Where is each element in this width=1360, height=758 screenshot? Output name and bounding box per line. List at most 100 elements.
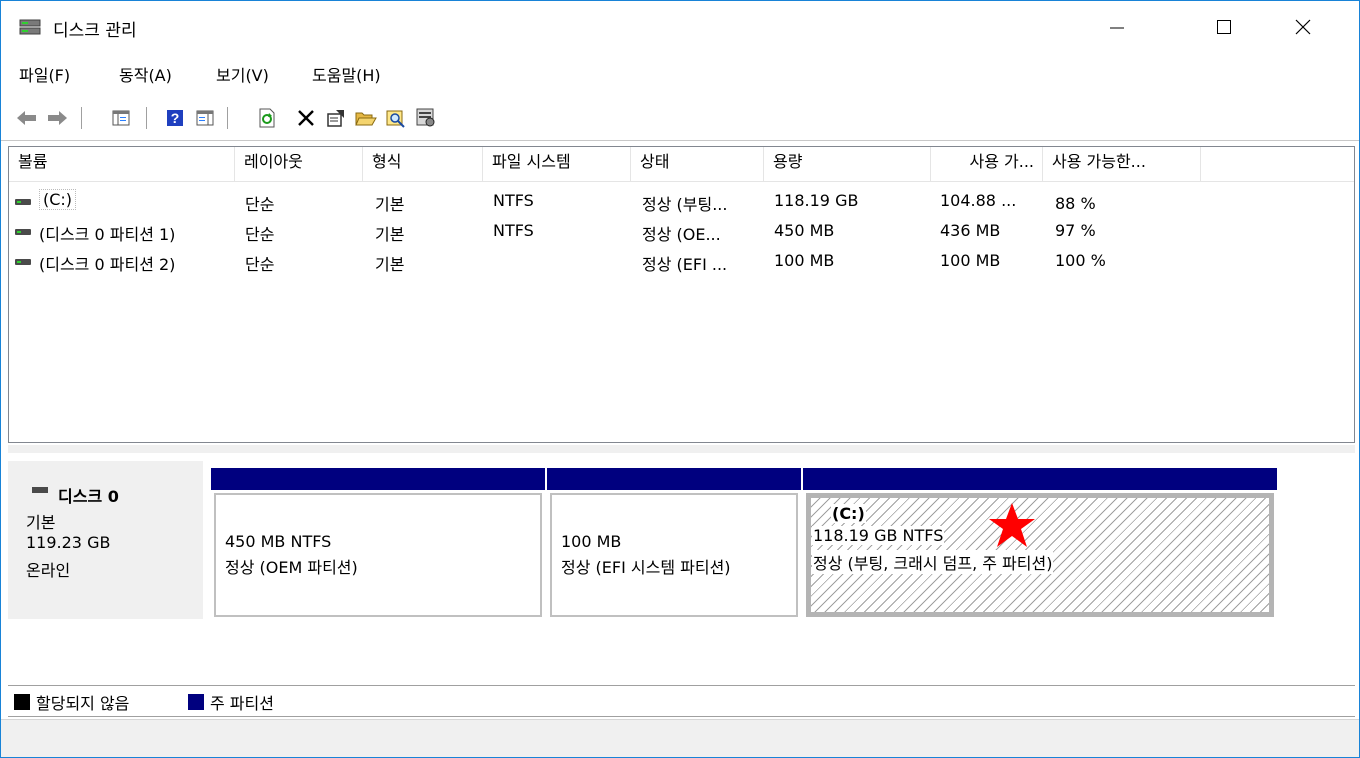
maximize-icon	[1217, 20, 1231, 34]
menu-file[interactable]: 파일(F)	[19, 62, 70, 86]
refresh-icon	[259, 108, 275, 128]
legend-unallocated-label: 할당되지 않음	[36, 694, 130, 713]
partition-status-label: 정상 (EFI 시스템 파티션)	[561, 558, 731, 577]
properties-button[interactable]	[324, 106, 348, 130]
show-hide-console-tree-button[interactable]	[109, 106, 133, 130]
toolbar: ?	[1, 97, 1359, 141]
partition-oem[interactable]: 450 MB NTFS 정상 (OEM 파티션)	[211, 468, 545, 620]
svg-text:?: ?	[171, 110, 180, 126]
cell-layout: 단순	[245, 195, 275, 214]
cell-capacity: 100 MB	[774, 251, 835, 270]
menu-view[interactable]: 보기(V)	[216, 62, 269, 86]
column-header-percent-free[interactable]: 사용 가능한...	[1043, 147, 1201, 181]
cell-percent-free: 100 %	[1055, 251, 1106, 270]
refresh-button[interactable]	[255, 106, 279, 130]
properties-icon	[327, 110, 344, 127]
settings-icon	[416, 108, 435, 127]
forward-button[interactable]	[45, 106, 69, 130]
menu-action[interactable]: 동작(A)	[119, 62, 172, 86]
delete-icon	[298, 110, 314, 126]
disk-name: 디스크 0	[58, 487, 119, 506]
cell-percent-free: 97 %	[1055, 221, 1096, 240]
maximize-button[interactable]	[1194, 1, 1254, 53]
open-icon	[355, 112, 377, 126]
column-header-free-space[interactable]: 사용 가...	[931, 147, 1043, 181]
column-header-volume[interactable]: 볼륨	[9, 147, 235, 181]
toolbar-separator	[227, 107, 228, 129]
partition-header-bar	[547, 468, 801, 490]
cell-type: 기본	[375, 195, 405, 214]
partition-efi[interactable]: 100 MB 정상 (EFI 시스템 파티션)	[547, 468, 801, 620]
settings-button[interactable]	[414, 106, 438, 130]
cell-free-space: 436 MB	[940, 221, 1001, 240]
cell-free-space: 104.88 ...	[940, 191, 1017, 210]
disk-info-box[interactable]: 디스크 0 기본 119.23 GB 온라인	[8, 461, 203, 619]
partition-header-bar	[211, 468, 545, 490]
delete-button[interactable]	[294, 106, 318, 130]
partition-body: (C:) 118.19 GB NTFS 정상 (부팅, 크래시 덤프, 주 파티…	[806, 493, 1274, 617]
toolbar-separator	[81, 107, 82, 129]
partition-status-label: 정상 (부팅, 크래시 덤프, 주 파티션)	[812, 550, 1054, 574]
open-button[interactable]	[354, 106, 378, 130]
help-icon: ?	[167, 110, 183, 126]
show-hide-console-tree-icon	[112, 110, 130, 126]
cell-type: 기본	[375, 255, 405, 274]
cell-status: 정상 (EFI ...	[642, 255, 728, 274]
show-hide-action-pane-icon	[196, 110, 214, 126]
close-button[interactable]	[1273, 1, 1333, 53]
cell-file-system: NTFS	[493, 191, 534, 210]
cell-percent-free: 88 %	[1055, 194, 1096, 213]
partition-status-label: 정상 (OEM 파티션)	[225, 558, 358, 577]
cell-status: 정상 (OE...	[642, 225, 721, 244]
legend-primary-swatch	[188, 694, 204, 710]
back-icon	[17, 111, 36, 125]
cell-status: 정상 (부팅...	[642, 195, 728, 214]
menu-help[interactable]: 도움말(H)	[312, 62, 381, 86]
disk-management-window: 디스크 관리 파일(F) 동작(A) 보기(V) 도움말(H) ? 볼륨 레이아…	[0, 0, 1360, 758]
volume-icon	[15, 199, 31, 205]
partition-c[interactable]: (C:) 118.19 GB NTFS 정상 (부팅, 크래시 덤프, 주 파티…	[803, 468, 1277, 620]
column-header-type[interactable]: 형식	[363, 147, 483, 181]
volume-list: 볼륨 레이아웃 형식 파일 시스템 상태 용량 사용 가... 사용 가능한..…	[8, 146, 1355, 443]
disk-size: 119.23 GB	[26, 533, 111, 552]
column-header-capacity[interactable]: 용량	[764, 147, 931, 181]
table-row[interactable]: (디스크 0 파티션 1) 단순 기본 NTFS 정상 (OE... 450 M…	[9, 217, 1354, 247]
disk-status: 온라인	[26, 561, 71, 580]
table-row[interactable]: (C:) 단순 기본 NTFS 정상 (부팅... 118.19 GB 104.…	[9, 187, 1354, 217]
column-header-status[interactable]: 상태	[631, 147, 764, 181]
volume-list-header: 볼륨 레이아웃 형식 파일 시스템 상태 용량 사용 가... 사용 가능한..…	[9, 147, 1354, 182]
pane-splitter[interactable]	[8, 445, 1355, 453]
window-title: 디스크 관리	[53, 21, 137, 41]
explore-button[interactable]	[384, 106, 408, 130]
show-hide-action-pane-button[interactable]	[193, 106, 217, 130]
cell-free-space: 100 MB	[940, 251, 1001, 270]
close-icon	[1295, 19, 1311, 35]
help-button[interactable]: ?	[163, 106, 187, 130]
table-row[interactable]: (디스크 0 파티션 2) 단순 기본 정상 (EFI ... 100 MB 1…	[9, 247, 1354, 277]
forward-icon	[48, 111, 67, 125]
legend-unallocated-swatch	[14, 694, 30, 710]
partition-size-label: 450 MB NTFS	[225, 532, 332, 551]
minimize-button[interactable]	[1087, 1, 1147, 53]
title-bar[interactable]: 디스크 관리	[1, 1, 1359, 53]
column-header-layout[interactable]: 레이아웃	[235, 147, 363, 181]
disk-graphical-view: 디스크 0 기본 119.23 GB 온라인 450 MB NTFS 정상 (O…	[8, 453, 1355, 681]
annotation-star-icon	[989, 503, 1035, 547]
menu-bar: 파일(F) 동작(A) 보기(V) 도움말(H)	[1, 59, 1359, 89]
legend-bar: 할당되지 않음 주 파티션	[8, 685, 1355, 717]
cell-layout: 단순	[245, 225, 275, 244]
back-button[interactable]	[15, 106, 39, 130]
minimize-icon	[1110, 27, 1124, 29]
partition-drive-label: (C:)	[831, 504, 866, 523]
cell-type: 기본	[375, 225, 405, 244]
cell-layout: 단순	[245, 255, 275, 274]
disk-icon	[32, 487, 48, 493]
disk-type: 기본	[26, 513, 56, 532]
column-header-file-system[interactable]: 파일 시스템	[483, 147, 631, 181]
partition-header-bar	[803, 468, 1277, 490]
cell-volume: (디스크 0 파티션 1)	[39, 225, 176, 244]
partition-body: 450 MB NTFS 정상 (OEM 파티션)	[214, 493, 542, 617]
cell-capacity: 450 MB	[774, 221, 835, 240]
cell-volume: (C:)	[39, 189, 77, 210]
partition-size-label: 118.19 GB NTFS	[812, 526, 945, 545]
